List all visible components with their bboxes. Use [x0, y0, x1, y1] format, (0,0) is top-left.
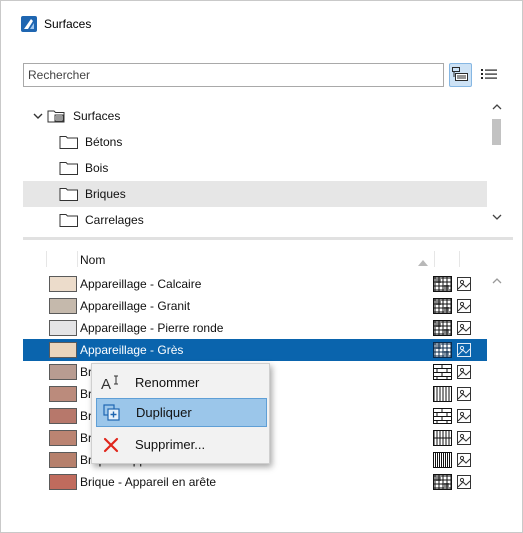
delete-icon	[101, 435, 121, 455]
color-swatch	[49, 320, 77, 336]
menu-item-label: Dupliquer	[136, 405, 192, 420]
folder-icon	[59, 160, 79, 176]
tree-root-label: Surfaces	[73, 109, 121, 123]
color-swatch	[49, 364, 77, 380]
tree-item-briques[interactable]: Briques	[23, 181, 487, 207]
column-divider	[434, 251, 435, 267]
hatch-pattern-icon	[433, 430, 453, 446]
title-bar: Surfaces	[1, 1, 522, 47]
color-swatch	[49, 408, 77, 424]
hatch-pattern-icon	[433, 364, 452, 380]
image-preview-icon[interactable]	[457, 453, 471, 467]
tree-scrollbar[interactable]	[489, 99, 505, 233]
scroll-down-icon[interactable]	[491, 211, 503, 223]
image-preview-icon[interactable]	[457, 387, 471, 401]
folder-icon	[59, 212, 79, 228]
tree-item-label: Bois	[85, 161, 109, 175]
row-label: Appareillage - Grès	[80, 343, 184, 357]
tree-scroll-thumb[interactable]	[492, 119, 501, 145]
color-swatch	[49, 298, 77, 314]
tree-item-bois[interactable]: Bois	[23, 155, 487, 181]
tree-item-label: Carrelages	[85, 213, 144, 227]
chevron-down-icon[interactable]	[31, 109, 45, 123]
color-swatch	[49, 452, 77, 468]
menu-item-label: Supprimer...	[135, 437, 206, 452]
column-divider	[46, 251, 47, 267]
row-label: Appareillage - Calcaire	[80, 277, 202, 291]
library-folder-icon	[47, 108, 67, 124]
scroll-up-icon[interactable]	[491, 101, 503, 113]
row-label: Brique - Appareil en arête	[80, 475, 217, 489]
tree-item-label: Briques	[85, 187, 126, 201]
sort-ascending-icon[interactable]	[418, 255, 428, 266]
table-scrollbar[interactable]	[489, 269, 505, 532]
image-preview-icon[interactable]	[457, 409, 471, 423]
window-title: Surfaces	[44, 17, 92, 31]
tree-view-button[interactable]	[448, 63, 473, 87]
table-row[interactable]: Appareillage - Grès	[23, 339, 487, 361]
image-preview-icon[interactable]	[457, 475, 471, 489]
image-preview-icon[interactable]	[457, 365, 471, 379]
search-row	[23, 62, 501, 88]
tree-root-surfaces[interactable]: Surfaces	[23, 103, 487, 129]
tree-item-betons[interactable]: Bétons	[23, 129, 487, 155]
column-header-name[interactable]: Nom	[80, 253, 105, 267]
row-label: Appareillage - Granit	[80, 299, 191, 313]
list-view-icon	[481, 68, 498, 83]
table-row[interactable]: Brique - Appareil en arête	[23, 471, 487, 493]
rename-icon: A	[101, 373, 121, 393]
menu-item-rename[interactable]: A Renommer	[96, 368, 267, 397]
image-preview-icon[interactable]	[457, 277, 471, 291]
hatch-pattern-icon	[433, 276, 452, 292]
hatch-pattern-icon	[433, 386, 452, 402]
hatch-pattern-icon	[433, 474, 452, 490]
svg-text:A: A	[101, 376, 111, 392]
image-preview-icon[interactable]	[457, 299, 471, 313]
hatch-pattern-icon	[433, 320, 452, 336]
archicad-app-icon	[21, 16, 37, 32]
hatch-pattern-icon	[433, 298, 452, 314]
image-preview-icon[interactable]	[457, 321, 471, 335]
pane-splitter[interactable]	[23, 237, 513, 240]
table-row[interactable]: Appareillage - Granit	[23, 295, 487, 317]
tree-view-icon	[452, 66, 469, 84]
column-divider	[459, 251, 460, 267]
table-row[interactable]: Appareillage - Pierre ronde	[23, 317, 487, 339]
menu-item-duplicate[interactable]: Dupliquer	[96, 398, 267, 427]
tree-item-label: Bétons	[85, 135, 123, 149]
folder-tree: Surfaces Bétons Bois Briques Carrelages	[23, 99, 513, 233]
folder-icon	[59, 186, 79, 202]
surfaces-window: Surfaces Rechercher Surfaces Bétons Bois…	[0, 0, 523, 533]
row-label: Appareillage - Pierre ronde	[80, 321, 224, 335]
column-divider	[77, 251, 78, 267]
list-view-button[interactable]	[477, 63, 501, 87]
context-menu: A Renommer Dupliquer Supprimer...	[91, 363, 270, 464]
table-header: Nom	[23, 249, 487, 269]
hatch-pattern-icon	[433, 452, 452, 468]
folder-icon	[59, 134, 79, 150]
color-swatch	[49, 276, 77, 292]
color-swatch	[49, 386, 77, 402]
color-swatch	[49, 430, 77, 446]
scroll-up-icon[interactable]	[491, 275, 503, 287]
color-swatch	[49, 342, 77, 358]
image-preview-icon[interactable]	[457, 343, 471, 357]
table-row[interactable]: Appareillage - Calcaire	[23, 273, 487, 295]
search-input[interactable]	[23, 63, 444, 87]
menu-item-label: Renommer	[135, 375, 200, 390]
hatch-pattern-icon	[433, 342, 452, 358]
hatch-pattern-icon	[433, 408, 452, 424]
image-preview-icon[interactable]	[457, 431, 471, 445]
tree-item-carrelages[interactable]: Carrelages	[23, 207, 487, 233]
duplicate-icon	[102, 403, 122, 423]
menu-item-delete[interactable]: Supprimer...	[96, 430, 267, 459]
color-swatch	[49, 474, 77, 490]
